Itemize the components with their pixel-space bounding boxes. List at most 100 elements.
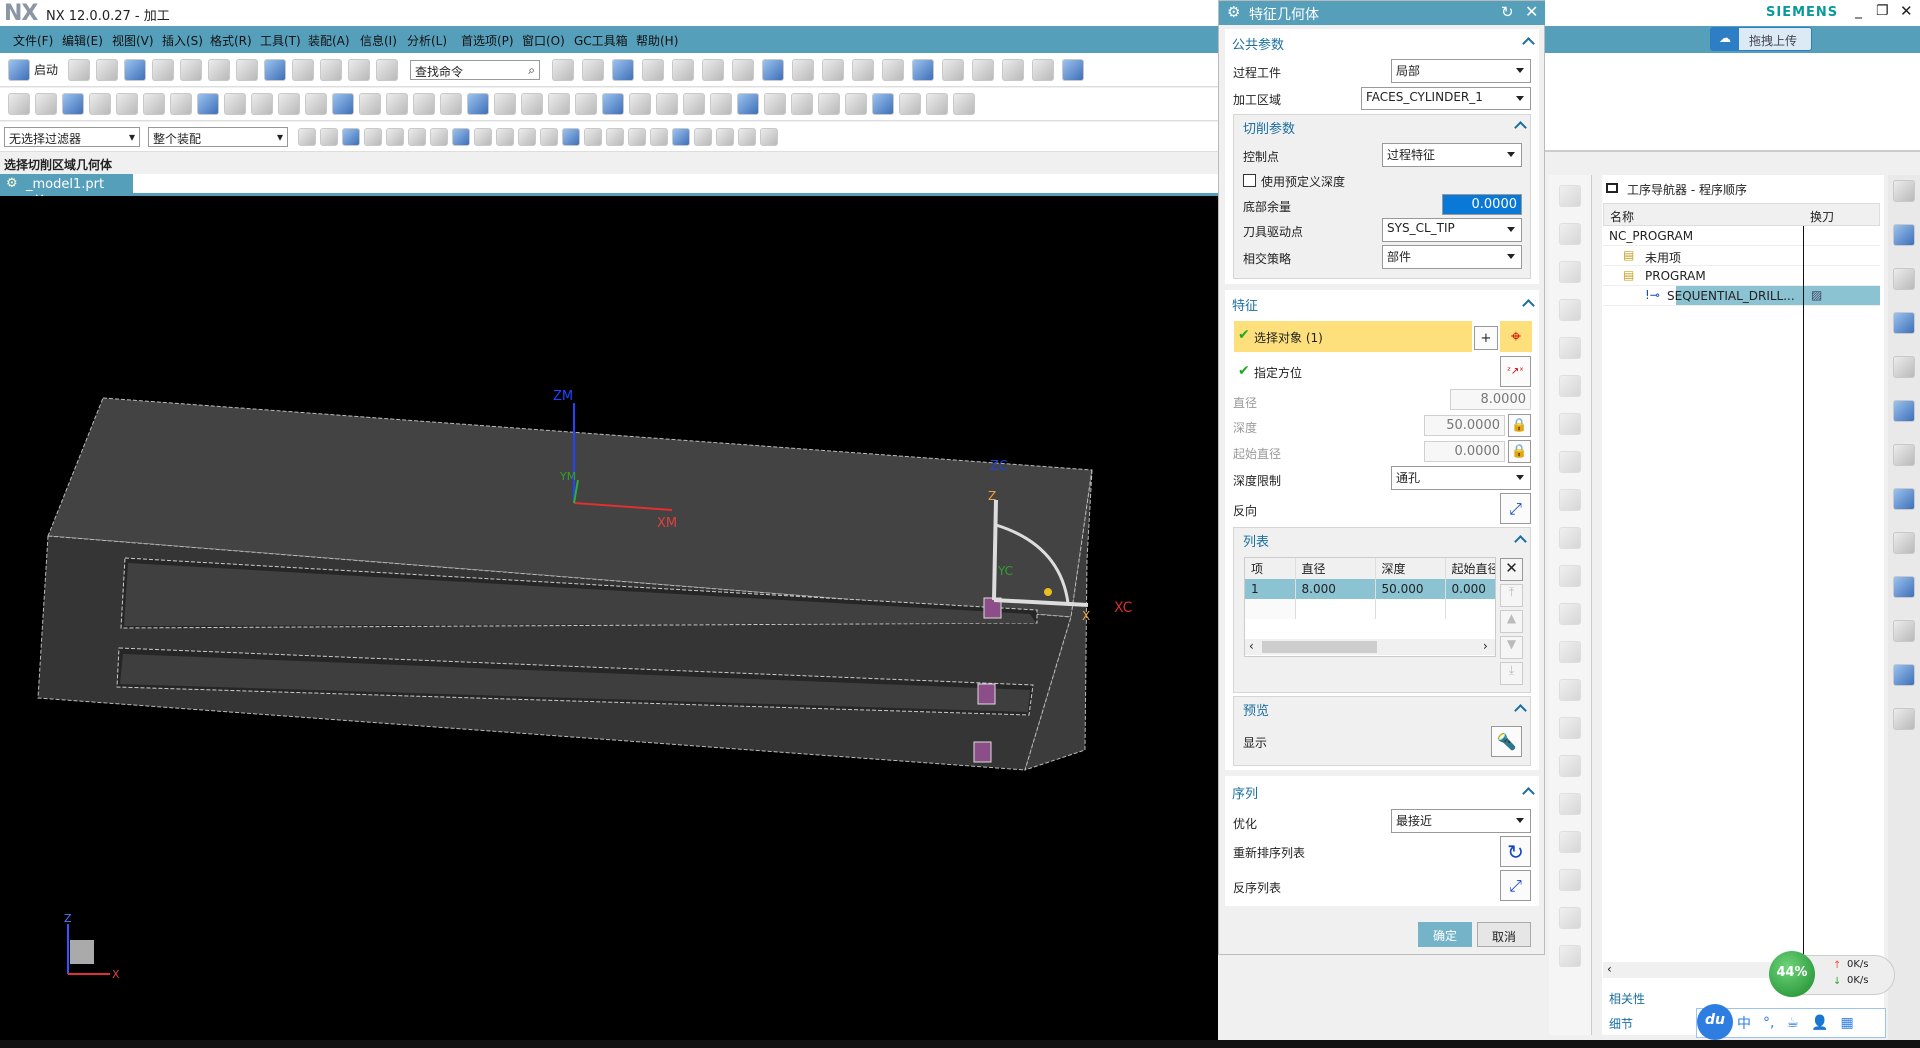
ipw-icon[interactable]: [1559, 603, 1581, 625]
column-name[interactable]: 名称: [1610, 208, 1634, 225]
verify-icon[interactable]: [1559, 413, 1581, 435]
move-bottom-button[interactable]: ⤓: [1500, 662, 1523, 685]
list-header[interactable]: 列表: [1243, 531, 1269, 550]
web-icon[interactable]: [1893, 532, 1915, 554]
part-navigator-icon[interactable]: [1893, 312, 1915, 334]
close-icon[interactable]: ✕: [1525, 2, 1538, 21]
resequence-button[interactable]: ↻: [1500, 836, 1531, 867]
constraint-navigator-icon[interactable]: [1893, 268, 1915, 290]
tool-drive-point-select[interactable]: SYS_CL_TIP: [1382, 218, 1522, 242]
create-geometry-icon[interactable]: [1559, 261, 1581, 283]
scroll-left-icon[interactable]: ‹: [1249, 639, 1254, 653]
common-params-header[interactable]: 公共参数: [1232, 34, 1284, 53]
feature-header[interactable]: 特征: [1232, 295, 1258, 314]
reverse-list-button[interactable]: ⤢: [1500, 870, 1531, 901]
cut-area-icon[interactable]: [1559, 565, 1581, 587]
reverse-direction-button[interactable]: ⤢: [1500, 493, 1531, 524]
csys-orientation-button[interactable]: ᶻ↗ˣ: [1500, 356, 1531, 387]
ok-button[interactable]: 确定: [1418, 922, 1472, 947]
create-method-icon[interactable]: [1559, 299, 1581, 321]
lock-icon[interactable]: 🔒: [1508, 440, 1531, 463]
list-column-header[interactable]: 起始直径: [1445, 558, 1495, 579]
optimize-select[interactable]: 最接近: [1391, 809, 1531, 833]
scroll-right-icon[interactable]: ›: [1483, 639, 1488, 653]
crosshair-select-button[interactable]: ⌖: [1500, 321, 1532, 352]
preview-header[interactable]: 预览: [1243, 700, 1269, 719]
settings-icon[interactable]: [1893, 180, 1915, 202]
list-icon[interactable]: [1559, 793, 1581, 815]
roles-icon[interactable]: [1893, 488, 1915, 510]
list-row[interactable]: 1 8.000 50.000 0.000: [1245, 579, 1495, 599]
machine-tool-icon[interactable]: [1893, 400, 1915, 422]
ime-item[interactable]: ▦: [1840, 1015, 1853, 1031]
move-down-button[interactable]: ▼: [1500, 636, 1523, 659]
add-new-set-button[interactable]: +: [1474, 326, 1498, 350]
tool-path-icon[interactable]: [1559, 375, 1581, 397]
close-window-button[interactable]: ✕: [1900, 2, 1913, 20]
relevance-panel[interactable]: 相关性: [1609, 990, 1645, 1007]
details-panel[interactable]: 细节: [1609, 1015, 1633, 1032]
reuse-icon[interactable]: [1893, 664, 1915, 686]
window-icon[interactable]: [1606, 183, 1618, 193]
minimize-button[interactable]: _: [1855, 3, 1862, 19]
create-tool-icon[interactable]: [1559, 223, 1581, 245]
start-diameter-input[interactable]: 0.0000: [1424, 441, 1505, 462]
upload-button[interactable]: ☁ 拖拽上传: [1710, 27, 1812, 51]
restore-button[interactable]: ❐: [1876, 3, 1889, 19]
depth-limit-select[interactable]: 通孔: [1391, 466, 1531, 490]
drill-icon[interactable]: [1559, 755, 1581, 777]
navigator-row[interactable]: ▤ 未用项: [1603, 246, 1880, 266]
diameter-input[interactable]: 8.0000: [1450, 389, 1531, 410]
cut-params-header[interactable]: 切削参数: [1243, 118, 1295, 137]
history-icon[interactable]: [1893, 576, 1915, 598]
list-column-header[interactable]: 项: [1245, 558, 1296, 579]
machine-icon[interactable]: [1559, 679, 1581, 701]
navigator-row[interactable]: !⊸ SEQUENTIAL_DRILL... ▨: [1603, 286, 1880, 306]
shop-doc-icon[interactable]: [1559, 527, 1581, 549]
cancel-button[interactable]: 取消: [1477, 922, 1531, 947]
operation-navigator-icon[interactable]: [1893, 356, 1915, 378]
library-icon[interactable]: [1893, 444, 1915, 466]
use-predefined-depth-checkbox[interactable]: [1243, 174, 1256, 187]
ime-item[interactable]: ☕: [1786, 1015, 1799, 1031]
column-tool-change[interactable]: 换刀: [1810, 208, 1834, 225]
list-column-header[interactable]: 深度: [1375, 558, 1446, 579]
depth-input[interactable]: 50.0000: [1424, 415, 1505, 436]
part-icon[interactable]: [1559, 945, 1581, 967]
horizontal-scrollbar[interactable]: ‹ ›: [1245, 639, 1495, 655]
simulate-icon[interactable]: [1559, 451, 1581, 473]
palette-icon[interactable]: [1893, 620, 1915, 642]
sequence-icon[interactable]: [1559, 831, 1581, 853]
assembly-navigator-icon[interactable]: [1893, 224, 1915, 246]
scrollbar-thumb[interactable]: [1262, 641, 1377, 653]
control-point-select[interactable]: 过程特征: [1382, 143, 1522, 167]
move-top-button[interactable]: ⤒: [1500, 584, 1523, 607]
move-up-button[interactable]: ▲: [1500, 610, 1523, 633]
bottom-stock-input[interactable]: 0.0000: [1442, 194, 1522, 215]
list-column-header[interactable]: 直径: [1295, 558, 1376, 579]
remove-button[interactable]: ✕: [1500, 558, 1523, 581]
create-operation-icon[interactable]: [1559, 337, 1581, 359]
sequence-header[interactable]: 序列: [1232, 783, 1258, 802]
feature-icon[interactable]: [1559, 641, 1581, 663]
lock-icon[interactable]: 🔒: [1508, 414, 1531, 437]
tool-icon[interactable]: [1893, 708, 1915, 730]
reset-icon[interactable]: ↻: [1501, 3, 1514, 21]
clearance-icon[interactable]: [1559, 907, 1581, 929]
ime-item[interactable]: 👤: [1811, 1015, 1828, 1031]
cpu-usage-ball[interactable]: 44%: [1769, 951, 1815, 997]
navigator-row[interactable]: NC_PROGRAM: [1603, 226, 1880, 246]
check-icon[interactable]: [1559, 869, 1581, 891]
post-icon[interactable]: [1559, 489, 1581, 511]
ime-item[interactable]: °,: [1763, 1015, 1774, 1031]
create-program-icon[interactable]: [1559, 185, 1581, 207]
select-object-row[interactable]: ✔ 选择对象 (1): [1234, 321, 1472, 352]
process-workpiece-select[interactable]: 局部: [1391, 59, 1531, 83]
machining-area-select[interactable]: FACES_CYLINDER_1: [1361, 87, 1531, 110]
navigator-row[interactable]: ▤ PROGRAM: [1603, 266, 1880, 286]
ime-item[interactable]: 中: [1737, 1013, 1751, 1033]
output-icon[interactable]: [1559, 717, 1581, 739]
intersect-strategy-select[interactable]: 部件: [1382, 245, 1522, 269]
zc-label: ZC: [990, 459, 1008, 474]
flashlight-show-button[interactable]: 🔦: [1491, 726, 1522, 757]
